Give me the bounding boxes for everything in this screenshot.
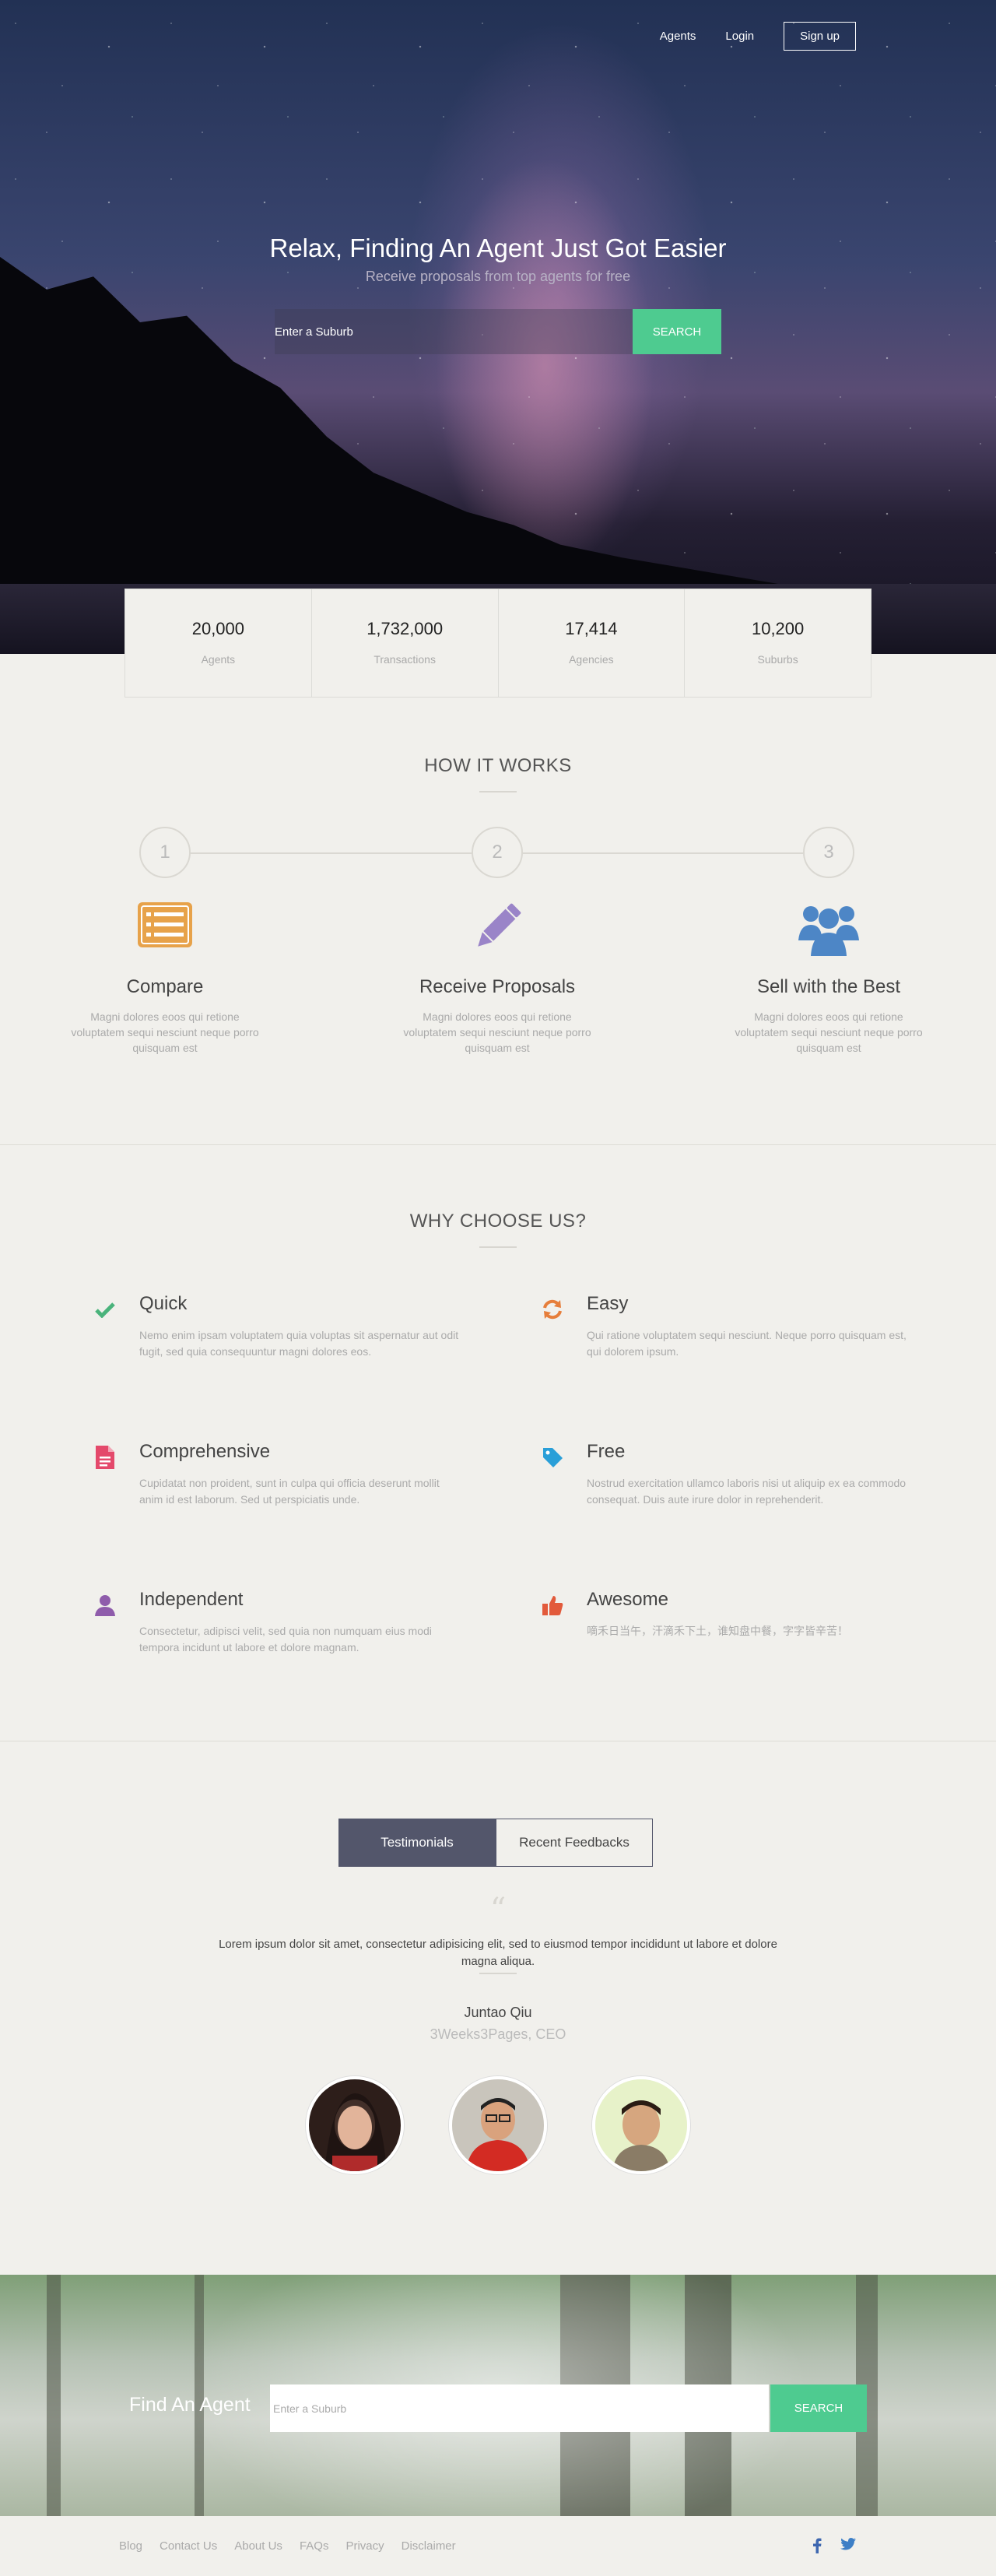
footer-link-privacy[interactable]: Privacy: [345, 2539, 384, 2553]
signup-button[interactable]: Sign up: [784, 22, 856, 51]
step-receive-proposals: Receive Proposals Magni dolores eoos qui…: [396, 901, 598, 1056]
reason-comprehensive: Comprehensive Cupidatat non proident, su…: [93, 1441, 459, 1508]
document-icon: [96, 1446, 114, 1469]
cta-search-button[interactable]: SEARCH: [770, 2384, 867, 2432]
pencil-icon: [478, 903, 521, 947]
reason-independent: Independent Consectetur, adipisci velit,…: [93, 1589, 459, 1656]
footer-link-contact[interactable]: Contact Us: [160, 2539, 217, 2553]
reason-free: Free Nostrud exercitation ullamco labori…: [541, 1441, 907, 1508]
users-icon: [798, 906, 859, 956]
stat-suburbs: 10,200 Suburbs: [684, 589, 871, 697]
nav-agents-link[interactable]: Agents: [660, 30, 696, 43]
step-text: Magni dolores eoos qui retione voluptate…: [403, 1010, 591, 1054]
step-sell-best: Sell with the Best Magni dolores eoos qu…: [728, 901, 930, 1056]
footer-link-faqs[interactable]: FAQs: [300, 2539, 329, 2553]
nav-login-link[interactable]: Login: [725, 30, 754, 43]
quote-underline: [479, 1973, 517, 1974]
stat-value: 10,200: [751, 619, 805, 638]
quote-icon: “: [489, 1892, 507, 1928]
stat-agents: 20,000 Agents: [125, 589, 311, 697]
twitter-icon[interactable]: [840, 2538, 856, 2551]
social-links: [812, 2538, 856, 2553]
find-agent-banner: Find An Agent SEARCH: [0, 2275, 996, 2516]
hero-section: Agents Login Sign up Relax, Finding An A…: [0, 0, 996, 654]
reason-text: Nostrud exercitation ullamco laboris nis…: [587, 1477, 907, 1506]
hero-subtitle: Receive proposals from top agents for fr…: [365, 269, 631, 284]
stat-value: 1,732,000: [366, 619, 444, 638]
footer: Blog Contact Us About Us FAQs Privacy Di…: [0, 2516, 996, 2576]
step-number-3: 3: [803, 827, 854, 878]
tab-testimonials[interactable]: Testimonials: [338, 1819, 496, 1867]
hero-suburb-input[interactable]: [275, 309, 633, 354]
avatar[interactable]: [449, 2076, 547, 2174]
hero-search-form: SEARCH: [275, 309, 721, 354]
facebook-icon[interactable]: [812, 2538, 822, 2553]
testimonial-tabs: Testimonials Recent Feedbacks: [338, 1819, 653, 1867]
hero-title: Relax, Finding An Agent Just Got Easier: [269, 234, 727, 262]
testimonial-quote: Lorem ipsum dolor sit amet, consectetur …: [219, 1938, 777, 1968]
reason-title: Quick: [139, 1293, 188, 1314]
avatar[interactable]: [592, 2076, 690, 2174]
steps-track: 1 2 3: [0, 827, 996, 881]
step-compare: Compare Magni dolores eoos qui retione v…: [64, 901, 266, 1056]
step-title: Receive Proposals: [419, 976, 576, 997]
step-number-2: 2: [472, 827, 523, 878]
reason-easy: Easy Qui ratione voluptatem sequi nesciu…: [541, 1293, 907, 1360]
stat-label: Agencies: [569, 653, 614, 666]
how-it-works-section: HOW IT WORKS 1 2 3 Compare Magni dolores…: [0, 755, 996, 1054]
reason-quick: Quick Nemo enim ipsam voluptatem quia vo…: [93, 1293, 459, 1360]
reason-text: Nemo enim ipsam voluptatem quia voluptas…: [139, 1329, 459, 1358]
reason-title: Comprehensive: [139, 1441, 271, 1462]
reason-title: Free: [587, 1441, 626, 1462]
reason-awesome: Awesome 嘀禾日当午，汗滴禾下土，谁知盘中餐，字字皆辛苦！: [541, 1589, 907, 1639]
tag-icon: [543, 1448, 563, 1467]
step-number-1: 1: [139, 827, 191, 878]
hero-search-button[interactable]: SEARCH: [633, 309, 721, 354]
tab-recent-feedbacks[interactable]: Recent Feedbacks: [496, 1819, 653, 1867]
stat-label: Transactions: [374, 653, 436, 666]
stat-value: 20,000: [191, 619, 245, 638]
footer-link-about[interactable]: About Us: [234, 2539, 282, 2553]
reason-text: Cupidatat non proident, sunt in culpa qu…: [139, 1477, 440, 1506]
step-title: Sell with the Best: [756, 976, 901, 997]
reason-title: Easy: [587, 1293, 629, 1314]
avatar[interactable]: [306, 2076, 404, 2174]
stat-label: Agents: [201, 653, 236, 666]
stats-bar: 20,000 Agents 1,732,000 Transactions 17,…: [124, 589, 872, 698]
footer-links: Blog Contact Us About Us FAQs Privacy Di…: [119, 2539, 456, 2553]
how-title: HOW IT WORKS: [424, 755, 572, 776]
footer-link-blog[interactable]: Blog: [119, 2539, 142, 2553]
reason-title: Independent: [139, 1589, 244, 1610]
stat-transactions: 1,732,000 Transactions: [310, 589, 498, 697]
reason-text: Consectetur, adipisci velit, sed quia no…: [139, 1625, 432, 1653]
refresh-icon: [543, 1299, 562, 1320]
title-underline: [479, 1246, 517, 1248]
reason-text: 嘀禾日当午，汗滴禾下土，谁知盘中餐，字字皆辛苦！: [587, 1625, 848, 1637]
section-divider: [0, 1144, 996, 1145]
cta-search-form: SEARCH: [270, 2384, 867, 2432]
user-icon: [95, 1595, 115, 1616]
check-icon: [95, 1302, 115, 1318]
reason-title: Awesome: [587, 1589, 668, 1610]
cta-suburb-input[interactable]: [270, 2384, 769, 2432]
step-title: Compare: [126, 976, 204, 997]
stat-agencies: 17,414 Agencies: [497, 589, 685, 697]
stat-value: 17,414: [565, 619, 618, 638]
reason-text: Qui ratione voluptatem sequi nesciunt. N…: [587, 1329, 907, 1358]
testimonial-author-name: Juntao Qiu: [464, 2005, 532, 2020]
testimonial-author-role: 3Weeks3Pages, CEO: [430, 2026, 566, 2042]
why-title: WHY CHOOSE US?: [409, 1211, 587, 1232]
thumbs-up-icon: [542, 1596, 563, 1615]
stat-label: Suburbs: [757, 653, 798, 666]
footer-link-disclaimer[interactable]: Disclaimer: [402, 2539, 456, 2553]
step-text: Magni dolores eoos qui retione voluptate…: [735, 1010, 923, 1054]
title-underline: [479, 791, 517, 792]
why-choose-us-section: WHY CHOOSE US? Quick Nemo enim ipsam vol…: [0, 1211, 996, 1653]
step-text: Magni dolores eoos qui retione voluptate…: [71, 1010, 259, 1054]
top-nav: Agents Login Sign up: [660, 22, 856, 51]
cta-title: Find An Agent: [129, 2394, 251, 2416]
list-icon: [138, 902, 192, 947]
